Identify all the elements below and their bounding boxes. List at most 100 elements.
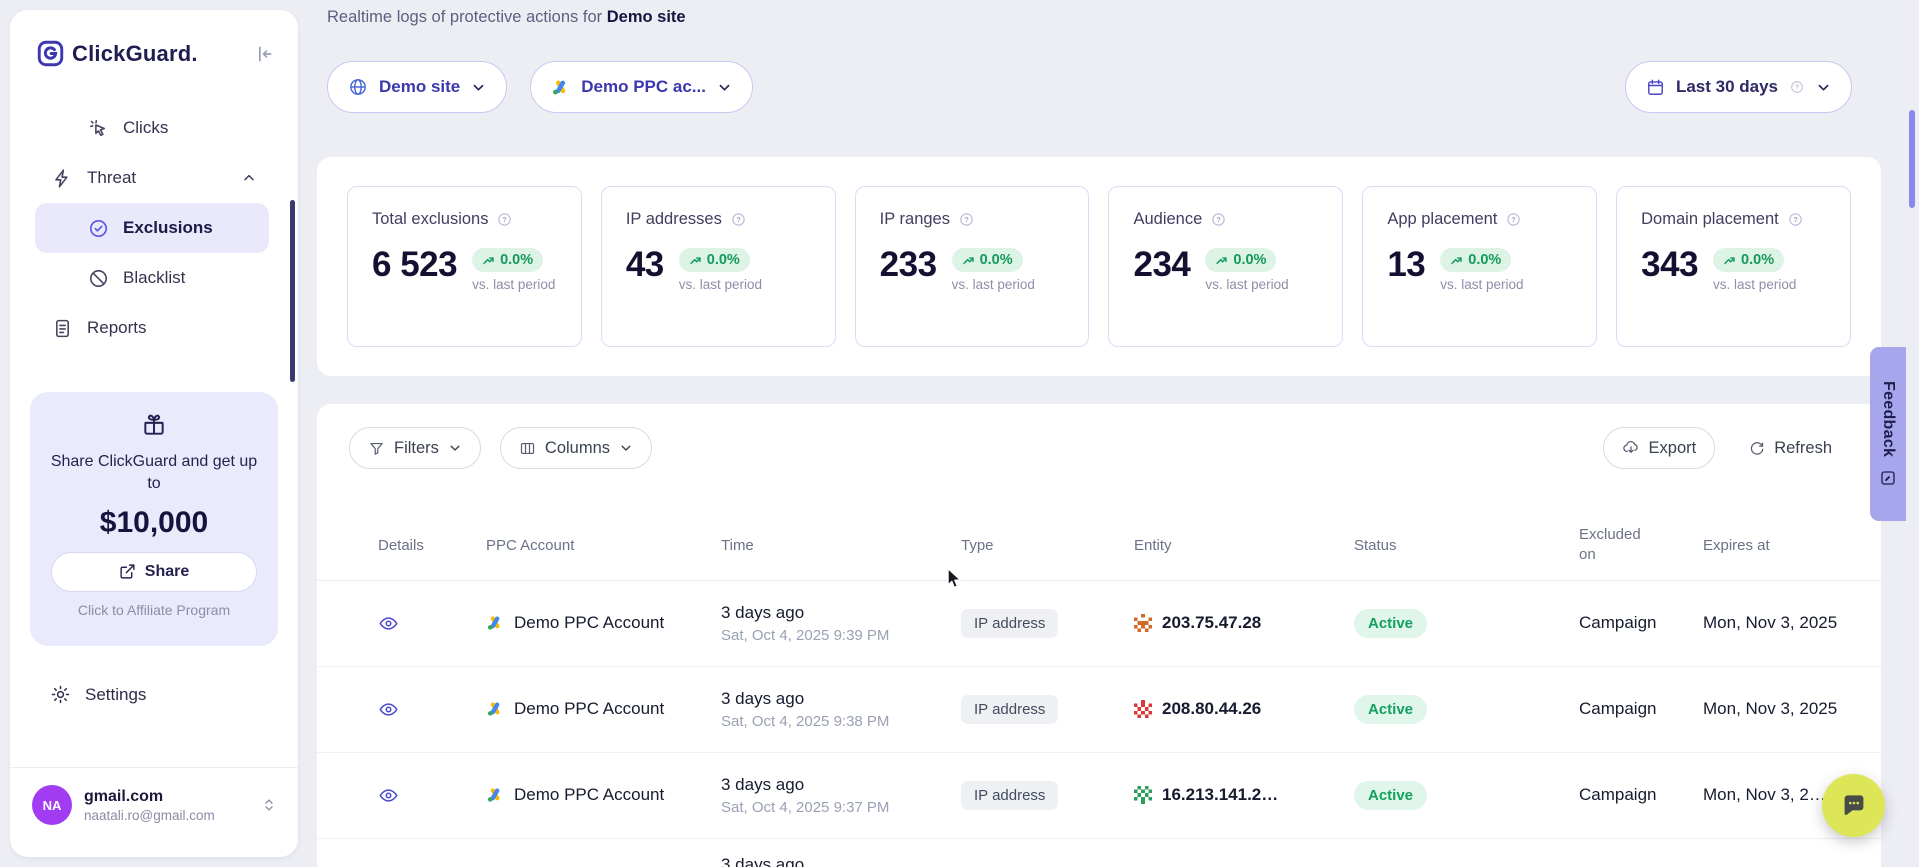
- table-row-partial: 3 days ago: [317, 839, 1881, 867]
- sidebar-item-clicks[interactable]: Clicks: [35, 103, 269, 153]
- export-button-label: Export: [1649, 439, 1697, 458]
- svg-text:?: ?: [736, 215, 741, 224]
- chevron-down-icon: [1816, 80, 1831, 95]
- help-icon[interactable]: ?: [1505, 211, 1522, 228]
- stat-label: Audience: [1133, 210, 1202, 229]
- chat-launcher[interactable]: [1822, 774, 1885, 837]
- ppc-account-selector[interactable]: Demo PPC ac...: [530, 61, 753, 113]
- column-header-excluded-on: Excluded on: [1579, 525, 1657, 566]
- svg-text:?: ?: [1793, 215, 1798, 224]
- type-badge: IP address: [961, 781, 1058, 810]
- share-button[interactable]: Share: [51, 552, 257, 592]
- help-icon[interactable]: ?: [1789, 79, 1805, 95]
- gift-icon: [141, 412, 167, 438]
- google-ads-icon: [486, 786, 504, 804]
- cell-ppc-account: Demo PPC Account: [514, 699, 664, 719]
- filters-button[interactable]: Filters: [349, 427, 481, 469]
- promo-amount: $10,000: [46, 506, 262, 540]
- funnel-icon: [368, 440, 385, 457]
- sidebar-divider: [10, 767, 298, 768]
- stat-value: 6 523: [372, 247, 457, 282]
- view-details-eye-icon[interactable]: [378, 785, 399, 806]
- affiliate-promo-card[interactable]: Share ClickGuard and get up to $10,000 S…: [30, 392, 278, 646]
- cell-entity: 16.213.141.2…: [1162, 785, 1278, 805]
- external-link-icon: [119, 563, 136, 580]
- page-scrollbar-thumb[interactable]: [1909, 110, 1915, 208]
- prohibition-icon: [87, 268, 109, 289]
- table-row: Demo PPC Account 3 days ago Sat, Oct 4, …: [317, 667, 1881, 753]
- type-badge: IP address: [961, 609, 1058, 638]
- cell-excluded-on: Campaign: [1579, 785, 1703, 805]
- help-icon[interactable]: ?: [496, 211, 513, 228]
- column-header-details: Details: [378, 537, 486, 554]
- stat-value: 43: [626, 247, 664, 282]
- feedback-tab[interactable]: Feedback: [1870, 347, 1906, 521]
- gear-icon: [50, 684, 71, 705]
- sidebar-item-blacklist[interactable]: Blacklist: [35, 253, 269, 303]
- help-icon[interactable]: ?: [1787, 211, 1804, 228]
- date-range-label: Last 30 days: [1676, 77, 1778, 97]
- cell-ppc-account: Demo PPC Account: [514, 613, 664, 633]
- identicon: [1134, 786, 1152, 804]
- column-header-entity: Entity: [1134, 537, 1354, 554]
- affiliate-link[interactable]: Click to Affiliate Program: [46, 602, 262, 618]
- trend-up-icon: [689, 254, 702, 267]
- trend-badge: 0.0%: [1440, 248, 1511, 272]
- refresh-button[interactable]: Refresh: [1729, 427, 1851, 469]
- delta-value: 0.0%: [707, 252, 740, 268]
- context-selectors: Demo site Demo PPC ac...: [327, 61, 753, 113]
- sidebar-item-reports[interactable]: Reports: [35, 303, 269, 353]
- cloud-download-icon: [1622, 439, 1640, 457]
- table-toolbar: Filters Columns Export: [317, 404, 1881, 469]
- promo-headline: Share ClickGuard and get up to: [46, 451, 262, 496]
- collapse-sidebar-icon[interactable]: [254, 44, 274, 64]
- nav-label-threat: Threat: [87, 168, 136, 188]
- page-subtitle: Realtime logs of protective actions for …: [327, 8, 686, 27]
- cell-excluded-on: Campaign: [1579, 613, 1703, 633]
- stat-caption: vs. last period: [1440, 277, 1523, 292]
- help-icon[interactable]: ?: [730, 211, 747, 228]
- chevron-down-icon: [619, 441, 633, 455]
- columns-button[interactable]: Columns: [500, 427, 652, 469]
- subtitle-text: Realtime logs of protective actions for: [327, 8, 602, 26]
- refresh-icon: [1748, 440, 1765, 457]
- help-icon[interactable]: ?: [958, 211, 975, 228]
- sidebar-scrollbar-thumb[interactable]: [290, 200, 295, 382]
- stat-caption: vs. last period: [952, 277, 1035, 292]
- user-name: gmail.com: [84, 788, 248, 806]
- date-range-selector[interactable]: Last 30 days ?: [1625, 61, 1852, 113]
- sidebar-item-exclusions[interactable]: Exclusions: [35, 203, 269, 253]
- columns-button-label: Columns: [545, 439, 610, 458]
- trend-up-icon: [1215, 254, 1228, 267]
- stat-value: 13: [1387, 247, 1425, 282]
- user-account[interactable]: NA gmail.com naatali.ro@gmail.com: [32, 785, 278, 825]
- sidebar-item-threat[interactable]: Threat: [35, 153, 269, 203]
- identicon: [1134, 700, 1152, 718]
- stat-domain-placement: Domain placement ? 343 0.0% vs. last per…: [1616, 186, 1851, 347]
- up-down-chevrons-icon[interactable]: [260, 795, 278, 815]
- help-icon[interactable]: ?: [1210, 211, 1227, 228]
- stat-ip-ranges: IP ranges ? 233 0.0% vs. last period: [855, 186, 1090, 347]
- nav-label-clicks: Clicks: [123, 118, 168, 138]
- site-selector[interactable]: Demo site: [327, 61, 507, 113]
- view-details-eye-icon[interactable]: [378, 699, 399, 720]
- view-details-eye-icon[interactable]: [378, 613, 399, 634]
- nav-label-settings: Settings: [85, 685, 146, 705]
- svg-text:?: ?: [964, 215, 969, 224]
- export-button[interactable]: Export: [1603, 427, 1716, 469]
- nav-label-blacklist: Blacklist: [123, 268, 185, 288]
- feedback-form-icon: [1879, 469, 1897, 487]
- cell-excluded-on: Campaign: [1579, 699, 1703, 719]
- shield-check-icon: [87, 218, 109, 239]
- globe-icon: [348, 77, 368, 97]
- sidebar-nav: Clicks Threat: [10, 103, 298, 353]
- ppc-account-selector-label: Demo PPC ac...: [581, 77, 706, 97]
- stat-value: 234: [1133, 247, 1190, 282]
- avatar: NA: [32, 785, 72, 825]
- cell-time: 3 days ago Sat, Oct 4, 2025 9:39 PM: [721, 603, 961, 644]
- stats-summary: Total exclusions ? 6 523 0.0% vs. last p…: [317, 157, 1881, 376]
- google-ads-icon: [551, 78, 570, 97]
- stat-caption: vs. last period: [679, 277, 762, 292]
- sidebar-item-settings[interactable]: Settings: [50, 684, 146, 705]
- identicon: [1134, 614, 1152, 632]
